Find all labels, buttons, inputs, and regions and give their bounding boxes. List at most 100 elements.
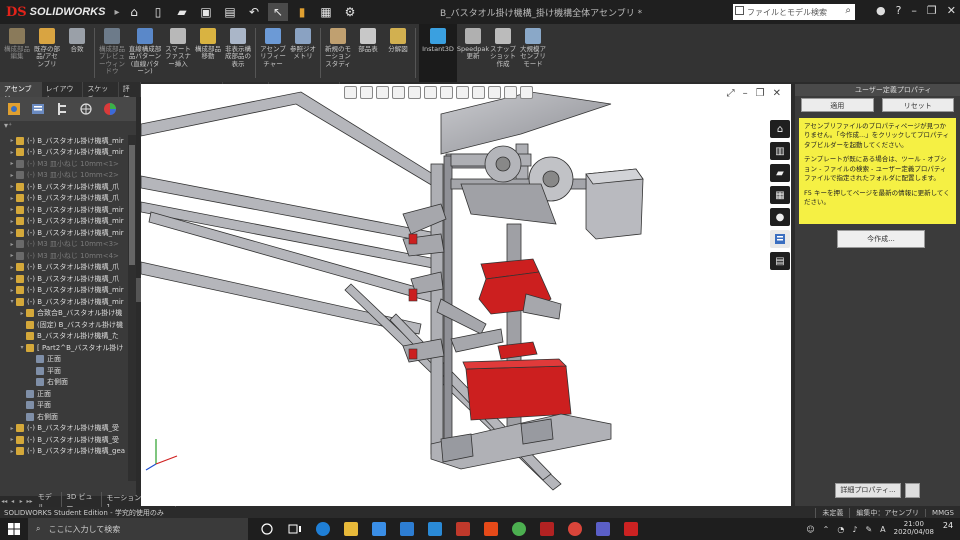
feature-tree-tab-icon[interactable] <box>4 100 24 118</box>
tree-item[interactable]: ▾ (-) B_バスタオル掛け機構_mir <box>0 296 136 308</box>
view-orientation-icon[interactable] <box>424 86 437 99</box>
tree-item[interactable]: ▸ (-) B_バスタオル掛け機構_受 <box>0 434 136 446</box>
expand-arrow-icon[interactable]: ▸ <box>8 195 16 202</box>
solidworks-resources-icon[interactable]: ⌂ <box>770 120 790 138</box>
tree-item[interactable]: ▸ (-) B_バスタオル掛け機構_mir <box>0 135 136 147</box>
command-tab[interactable]: アセンブリ <box>0 82 42 103</box>
viewport-restore-icon[interactable]: ❐ <box>756 88 765 99</box>
model-search-input[interactable]: ファイルとモデル検索 ⌕ <box>733 4 855 20</box>
expand-arrow-icon[interactable]: ▸ <box>8 137 16 144</box>
ribbon-button[interactable]: 非表示構成部品の表示 <box>224 24 252 82</box>
properties-settings-icon[interactable] <box>905 483 920 498</box>
tree-item[interactable]: 平面 <box>0 400 136 412</box>
solidworks-launcher-icon[interactable] <box>620 518 642 540</box>
expand-arrow-icon[interactable]: ▸ <box>8 149 16 156</box>
expand-arrow-icon[interactable]: ▸ <box>8 229 16 236</box>
viewport-expand-icon[interactable]: ⤢ <box>727 88 735 99</box>
property-manager-tab-icon[interactable] <box>28 100 48 118</box>
teams-icon[interactable] <box>592 518 614 540</box>
mail-icon[interactable] <box>396 518 418 540</box>
ribbon-button[interactable]: 参照ジオメトリ <box>289 24 317 82</box>
display-style-icon[interactable] <box>440 86 453 99</box>
tree-item[interactable]: 正面 <box>0 388 136 400</box>
command-tab[interactable]: 評価 <box>119 82 141 103</box>
expand-arrow-icon[interactable]: ▸ <box>8 448 16 455</box>
expand-arrow-icon[interactable]: ▸ <box>8 183 16 190</box>
minimize-icon[interactable]: – <box>911 4 917 17</box>
ribbon-button[interactable]: 構成部品移動 <box>194 24 222 82</box>
reset-button[interactable]: リセット <box>881 98 954 112</box>
open-folder-icon[interactable]: ▰ <box>172 3 192 21</box>
tree-item[interactable]: ▸ (-) M3 皿小ねじ 10mm<3> <box>0 239 136 251</box>
chrome-profile-icon[interactable] <box>564 518 586 540</box>
solidworks-app-icon[interactable] <box>536 518 558 540</box>
tree-item[interactable]: ▸ (-) B_バスタオル掛け機構_mir <box>0 147 136 159</box>
ime-mode[interactable]: A <box>880 525 885 534</box>
tree-item[interactable]: ▸ (-) B_バスタオル掛け機構_爪 <box>0 193 136 205</box>
tree-item[interactable]: ▸ (-) B_バスタオル掛け機構_mir <box>0 227 136 239</box>
user-icon[interactable]: ● <box>876 4 886 17</box>
expand-arrow-icon[interactable]: ▸ <box>8 218 16 225</box>
cortana-icon[interactable] <box>256 518 278 540</box>
notes-icon[interactable]: ▤ <box>770 252 790 270</box>
tree-item[interactable]: 右側面 <box>0 411 136 423</box>
gear-icon[interactable]: ⚙ <box>340 3 360 21</box>
expand-arrow-icon[interactable]: ▸ <box>18 310 26 317</box>
select-cursor-icon[interactable]: ↖ <box>268 3 288 21</box>
expand-arrow-icon[interactable]: ▸ <box>8 287 16 294</box>
pen-icon[interactable]: ✎ <box>865 525 872 534</box>
first-tab-icon[interactable]: ◂◂ <box>0 498 8 505</box>
expand-arrow-icon[interactable]: ▸ <box>8 241 16 248</box>
file-properties-icon[interactable]: ▦ <box>316 3 336 21</box>
ribbon-button[interactable]: 大規模アセンブリモード <box>519 24 547 82</box>
ribbon-button[interactable]: Instant3D <box>419 24 457 82</box>
solidworks-taskbar-icon[interactable] <box>452 518 474 540</box>
create-now-button[interactable]: 今作成... <box>837 230 925 248</box>
ribbon-button[interactable]: Speedpak更新 <box>457 24 489 82</box>
vscode-icon[interactable] <box>424 518 446 540</box>
monitor-icon[interactable] <box>520 86 533 99</box>
people-icon[interactable]: ☺ <box>806 525 814 534</box>
expand-arrow-icon[interactable]: ▸ <box>8 206 16 213</box>
ribbon-button[interactable]: 構成部品プレビューウィンドウ <box>98 24 126 82</box>
office-icon[interactable] <box>480 518 502 540</box>
ribbon-button[interactable]: スナップショット作成 <box>489 24 517 82</box>
volume-icon[interactable]: ♪ <box>852 525 857 534</box>
viewport-minimize-icon[interactable]: – <box>743 88 748 99</box>
expand-arrow-icon[interactable]: ▸ <box>8 275 16 282</box>
command-tab[interactable]: レイアウト <box>42 82 84 103</box>
apply-button[interactable]: 適用 <box>801 98 874 112</box>
ribbon-button[interactable]: 分解図 <box>384 24 412 82</box>
command-tab[interactable]: スケッチ <box>83 82 119 103</box>
viewport-close-icon[interactable]: ✕ <box>773 88 781 99</box>
help-icon[interactable]: ? <box>896 4 902 17</box>
ribbon-button[interactable]: スマートファスナー挿入 <box>164 24 192 82</box>
expand-arrow-icon[interactable]: ▸ <box>8 264 16 271</box>
tree-item[interactable]: 平面 <box>0 365 136 377</box>
tree-item[interactable]: 右側面 <box>0 377 136 389</box>
view-palette-icon[interactable]: ▦ <box>770 186 790 204</box>
rebuild-traffic-light-icon[interactable]: ▮ <box>292 3 312 21</box>
apply-scene-icon[interactable] <box>488 86 501 99</box>
next-tab-icon[interactable]: ▸ <box>17 498 25 505</box>
home-icon[interactable]: ⌂ <box>124 3 144 21</box>
clock[interactable]: 21:00 2020/04/08 <box>894 521 934 536</box>
dimxpert-tab-icon[interactable] <box>76 100 96 118</box>
expand-arrow-icon[interactable]: ▾ <box>8 298 16 305</box>
chrome-icon[interactable] <box>508 518 530 540</box>
previous-view-icon[interactable] <box>376 86 389 99</box>
tree-scrollbar[interactable] <box>128 135 136 481</box>
notification-center[interactable]: 24 <box>940 521 956 537</box>
tree-item[interactable]: ▸ (-) M3 皿小ねじ 10mm<4> <box>0 250 136 262</box>
print-icon[interactable]: ▤ <box>220 3 240 21</box>
design-library-icon[interactable]: ▥ <box>770 142 790 160</box>
menu-expand-icon[interactable]: ▸ <box>114 7 119 18</box>
appearances-icon[interactable]: ● <box>770 208 790 226</box>
new-document-icon[interactable]: ▯ <box>148 3 168 21</box>
ribbon-button[interactable]: 直線構成部品パターン(直線パターン) <box>128 24 162 82</box>
tree-item[interactable]: ▸ (-) B_バスタオル掛け機構_爪 <box>0 273 136 285</box>
ribbon-button[interactable]: アセンブリフィーチャー <box>259 24 287 82</box>
tree-item[interactable]: ▸ (-) B_バスタオル掛け機構_gea <box>0 446 136 458</box>
expand-arrow-icon[interactable]: ▸ <box>8 425 16 432</box>
store-icon[interactable] <box>368 518 390 540</box>
